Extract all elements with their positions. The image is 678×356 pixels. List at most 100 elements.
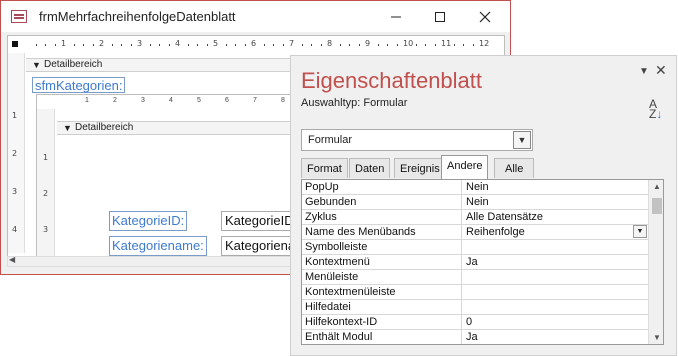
chevron-down-icon[interactable]: ▼ <box>633 225 647 238</box>
scroll-down-icon[interactable]: ▼ <box>653 333 661 342</box>
ruler-tick <box>425 44 426 46</box>
ruler-number: 2 <box>43 189 49 198</box>
tab-format[interactable]: Format <box>301 158 348 178</box>
property-value[interactable]: Ja <box>463 255 648 269</box>
property-grid: PopUp Nein Gebunden Nein Zyklus Alle Datensät… <box>301 179 664 345</box>
ruler-tick <box>54 44 56 46</box>
kategorieid-textbox[interactable]: KategorieID <box>221 211 301 231</box>
kategoriename-textbox[interactable]: Kategoriename <box>221 236 301 256</box>
ruler-tick <box>187 44 189 46</box>
subform-vertical-ruler: 1234 <box>37 109 55 264</box>
ruler-number: 11 <box>441 39 452 48</box>
maximize-button[interactable] <box>418 1 462 32</box>
kategorieid-label[interactable]: KategorieID: <box>109 211 188 231</box>
object-select[interactable]: Formular ▼ <box>301 129 533 151</box>
property-row[interactable]: Symbolleiste <box>302 240 648 255</box>
property-value[interactable] <box>463 300 648 314</box>
section-arrow-icon: ▼ <box>63 123 72 133</box>
kategoriename-label[interactable]: Kategoriename: <box>109 236 207 256</box>
ruler-tick <box>263 44 265 46</box>
ruler-tick <box>339 44 341 46</box>
ruler-number: 3 <box>43 225 49 234</box>
ruler-number: 5 <box>197 97 201 104</box>
property-value[interactable]: Nein <box>463 195 648 209</box>
ruler-number: 3 <box>12 187 18 196</box>
property-name: Gebunden <box>302 195 462 209</box>
ruler-tick <box>273 44 274 46</box>
ruler-tick <box>349 44 350 46</box>
ruler-number: 1 <box>61 39 67 48</box>
ruler-tick <box>73 44 75 46</box>
close-button[interactable] <box>463 1 507 32</box>
ruler-tick <box>149 44 151 46</box>
property-value[interactable] <box>463 285 648 299</box>
property-value[interactable]: Reihenfolge <box>463 225 648 239</box>
ruler-tick <box>197 44 198 46</box>
property-sheet-title: Eigenschaftenblatt <box>301 68 483 93</box>
tab-alle[interactable]: Alle <box>494 158 534 178</box>
property-name: Hilfedatei <box>302 300 462 314</box>
ruler-number: 12 <box>479 39 490 48</box>
property-name: Menüleiste <box>302 270 462 284</box>
ruler-tick <box>358 44 360 46</box>
ruler-tick <box>282 44 284 46</box>
chevron-down-icon[interactable]: ▼ <box>513 131 531 149</box>
property-row[interactable]: Gebunden Nein <box>302 195 648 210</box>
property-value[interactable]: 0 <box>463 315 648 329</box>
scroll-left-icon[interactable]: ◀ <box>9 255 15 264</box>
property-row[interactable]: Zyklus Alle Datensätze <box>302 210 648 225</box>
property-value[interactable] <box>463 240 648 254</box>
ruler-tick <box>159 44 160 46</box>
window-title: frmMehrfachreihenfolgeDatenblatt <box>39 9 236 24</box>
property-grid-scrollbar[interactable]: ▲ ▼ <box>648 180 663 344</box>
subform-horizontal-ruler: 1 2 3 4 5 6 7 8 <box>57 97 307 107</box>
property-row[interactable]: Hilfedatei <box>302 300 648 315</box>
tab-ereignis[interactable]: Ereignis <box>394 158 446 178</box>
tab-daten[interactable]: Daten <box>349 158 391 178</box>
subform-label[interactable]: sfmKategorien: <box>32 77 126 93</box>
property-value[interactable]: Nein <box>463 180 648 194</box>
property-value[interactable] <box>463 270 648 284</box>
property-name: Zyklus <box>302 210 462 224</box>
tab-andere[interactable]: Andere <box>441 155 489 179</box>
ruler-number: 2 <box>12 149 18 158</box>
property-value[interactable]: Alle Datensätze <box>463 210 648 224</box>
ruler-tick <box>92 44 94 46</box>
property-row[interactable]: Menüleiste <box>302 270 648 285</box>
ruler-number: 6 <box>225 97 229 104</box>
pane-close-icon[interactable]: ✕ <box>655 62 667 79</box>
minimize-button[interactable] <box>374 1 418 32</box>
property-row[interactable]: Kontextmenüleiste <box>302 285 648 300</box>
close-icon <box>479 11 491 22</box>
ruler-number: 2 <box>113 97 117 104</box>
ruler-tick <box>387 44 388 46</box>
sort-az-icon[interactable]: A Z↓ <box>649 98 662 120</box>
property-row[interactable]: Hilfekontext-ID 0 <box>302 315 648 330</box>
pane-menu-chevron-icon[interactable]: ▼ <box>639 66 649 77</box>
property-value[interactable]: Ja <box>463 330 648 344</box>
property-row[interactable]: Name des Menübands Reihenfolge ▼ <box>302 225 648 240</box>
property-row[interactable]: Enthält Modul Ja <box>302 330 648 344</box>
ruler-tick <box>130 44 132 46</box>
ruler-tick <box>45 44 46 46</box>
property-row[interactable]: PopUp Nein <box>302 180 648 195</box>
property-row[interactable]: Kontextmenü Ja <box>302 255 648 270</box>
selection-type: Auswahltyp: Formular <box>301 97 407 109</box>
ruler-number: 1 <box>85 97 89 104</box>
scrollbar-thumb[interactable] <box>652 198 662 214</box>
vertical-ruler: 12345 <box>8 53 25 264</box>
horizontal-ruler: 1 2 3 4 5 6 7 8 9 10 11 12 <box>26 39 504 51</box>
subform-detail-section-label: Detailbereich <box>75 122 134 133</box>
property-sheet-pane: Eigenschaftenblatt ▼ ✕ Auswahltyp: Formu… <box>290 55 677 356</box>
object-select-value: Formular <box>308 134 353 146</box>
property-name: PopUp <box>302 180 462 194</box>
ruler-tick <box>206 44 208 46</box>
form-selector-box[interactable] <box>10 39 20 49</box>
ruler-tick <box>35 44 37 46</box>
scroll-up-icon[interactable]: ▲ <box>653 182 661 191</box>
ruler-number: 8 <box>327 39 333 48</box>
ruler-tick <box>121 44 122 46</box>
title-bar: frmMehrfachreihenfolgeDatenblatt <box>1 1 510 32</box>
ruler-tick <box>463 44 464 46</box>
ruler-tick <box>301 44 303 46</box>
